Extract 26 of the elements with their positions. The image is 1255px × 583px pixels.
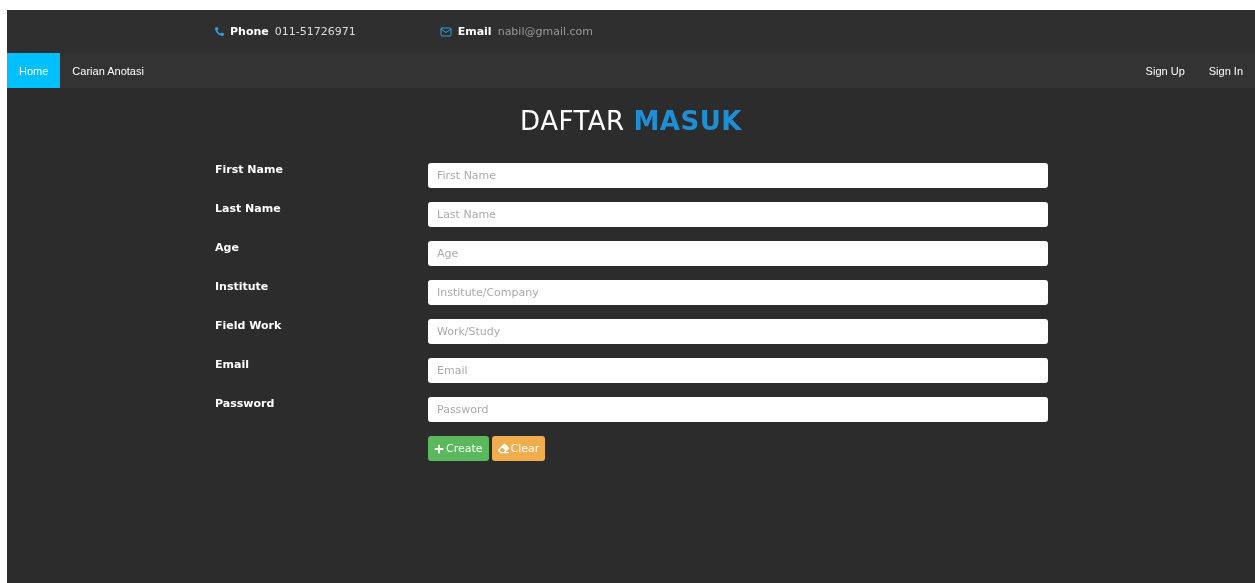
phone-number: 011-51726971 [274, 25, 356, 38]
input-field[interactable]: Institute/Company [428, 280, 1048, 305]
field-label: Last Name [215, 202, 282, 217]
field-label: Password [215, 397, 276, 412]
input-field[interactable]: Password [428, 397, 1048, 422]
field-label: Field Work [215, 319, 283, 334]
field-label: First Name [215, 163, 284, 178]
nav-link[interactable]: Carian Anotasi [60, 53, 156, 88]
nav-link[interactable]: Sign In [1196, 53, 1255, 88]
plus-icon [434, 443, 444, 454]
email-label: Email [457, 25, 492, 38]
phone-icon [215, 27, 224, 36]
field-label: Age [215, 241, 240, 256]
input-field[interactable]: First Name [428, 163, 1048, 188]
field-label: Email [215, 358, 250, 373]
page-title: DAFTAR MASUK [519, 106, 743, 136]
input-field[interactable]: Email [428, 358, 1048, 383]
input-field[interactable]: Age [428, 241, 1048, 266]
input-field[interactable]: Last Name [428, 202, 1048, 227]
field-label: Institute [215, 280, 270, 295]
mail-icon [439, 25, 452, 38]
email-address: nabil@gmail.com [497, 25, 593, 38]
eraser-icon [497, 443, 509, 454]
phone-label: Phone [230, 25, 269, 38]
nav-link[interactable]: Sign Up [1133, 53, 1197, 88]
input-field[interactable]: Work/Study [428, 319, 1048, 344]
